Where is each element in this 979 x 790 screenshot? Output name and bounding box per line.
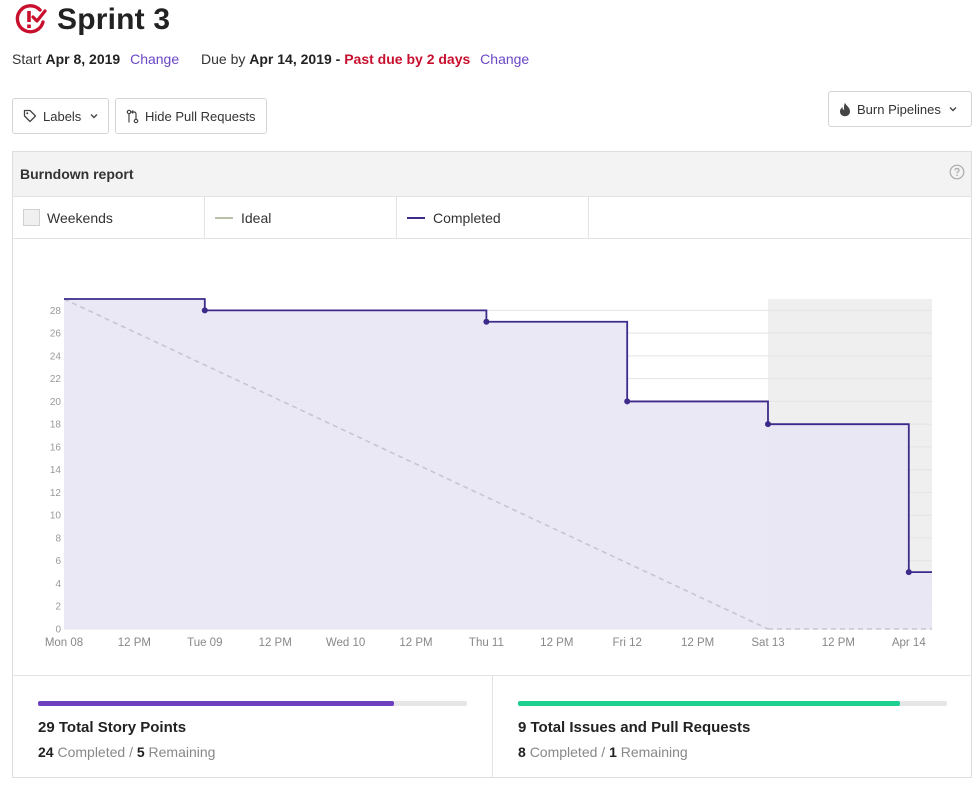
x-tick-label: Apr 14 (892, 637, 926, 649)
burndown-chart-area: 0 2 4 6 8 10 12 14 16 18 20 22 24 26 28 Mon 08 12 PM Tue … (13, 240, 971, 674)
y-tick-label: 10 (50, 511, 62, 522)
y-tick-label: 18 (50, 420, 62, 431)
change-start-link[interactable]: Change (130, 51, 179, 67)
pull-request-icon (126, 109, 139, 123)
y-tick-label: 22 (50, 374, 62, 385)
report-header: Burndown report (13, 152, 971, 197)
legend-completed-label: Completed (433, 209, 501, 226)
story-points-heading: 29 Total Story Points (38, 719, 187, 736)
page-title: Sprint 3 (57, 3, 171, 36)
x-tick-label: 12 PM (259, 637, 292, 649)
x-tick-label: 12 PM (540, 637, 573, 649)
legend-completed[interactable]: Completed (397, 197, 589, 238)
issues-heading: 9 Total Issues and Pull Requests (518, 719, 751, 736)
x-tick-label: Tue 09 (187, 637, 222, 649)
x-tick-label: Fri 12 (612, 637, 641, 649)
legend-ideal[interactable]: Ideal (205, 197, 397, 238)
due-separator: - (335, 51, 341, 67)
y-tick-label: 8 (55, 533, 61, 544)
issues-completed-value: 8 (518, 744, 526, 760)
x-tick-label: 12 PM (822, 637, 855, 649)
start-date: Apr 8, 2019 (45, 51, 121, 67)
chevron-down-icon (90, 114, 98, 119)
x-tick-label: Wed 10 (326, 637, 365, 649)
burn-pipelines-button[interactable]: Burn Pipelines (828, 91, 972, 127)
flame-icon (840, 102, 850, 116)
burndown-chart: 0246810121416182022242628Mon 08 12 PM Tue … (45, 298, 932, 649)
issues-breakdown: 8 Completed / 1 Remaining (518, 744, 688, 760)
y-tick-label: 26 (50, 329, 62, 340)
legend-ideal-label: Ideal (241, 209, 272, 226)
story-points-slash: / (129, 744, 133, 760)
chevron-down-icon (949, 107, 957, 112)
story-points-breakdown: 24 Completed / 5 Remaining (38, 744, 215, 760)
story-points-progress (38, 701, 467, 706)
x-tick-label: 12 PM (681, 637, 714, 649)
help-icon[interactable] (949, 164, 965, 180)
legend-weekends[interactable]: Weekends (13, 197, 205, 238)
hide-pull-requests-button[interactable]: Hide Pull Requests (115, 98, 267, 134)
issues-progress-fill (518, 701, 900, 706)
sprint-milestone-icon (15, 4, 47, 34)
x-tick-label: Thu 11 (469, 637, 504, 649)
y-tick-label: 12 (50, 488, 62, 499)
tag-icon (23, 109, 37, 123)
due-date: Apr 14, 2019 (249, 51, 332, 67)
issues-stat: 9 Total Issues and Pull Requests 8 Compl… (492, 676, 971, 778)
issues-slash: / (601, 744, 606, 760)
story-points-stat: 29 Total Story Points 24 Completed / 5 R… (13, 676, 492, 778)
y-tick-label: 24 (50, 351, 62, 362)
labels-button-label: Labels (43, 108, 82, 124)
y-tick-label: 2 (55, 602, 61, 613)
y-tick-label: 16 (50, 442, 62, 453)
due-label: Due by (201, 51, 246, 67)
chart-legend: Weekends Ideal Completed (13, 197, 971, 239)
weekends-swatch (23, 209, 40, 226)
story-points-completed-value: 24 (38, 744, 54, 760)
issues-completed-label: Completed (529, 744, 598, 760)
y-tick-label: 14 (50, 465, 62, 476)
story-points-remaining-label: Remaining (148, 744, 216, 760)
x-tick-label: 12 PM (118, 637, 151, 649)
ideal-swatch (215, 216, 233, 219)
x-tick-label: Sat 13 (751, 637, 784, 649)
completed-point (624, 398, 631, 405)
burndown-report-panel: Burndown report Weekends Ideal Completed… (12, 151, 972, 778)
story-points-completed-label: Completed (57, 744, 126, 760)
issues-progress (518, 701, 947, 706)
legend-weekends-label: Weekends (47, 209, 113, 226)
completed-point (483, 318, 490, 325)
sprint-dates: Start Apr 8, 2019 Change Due by Apr 14, … (12, 51, 529, 67)
story-points-progress-fill (38, 701, 395, 706)
y-tick-label: 28 (50, 306, 62, 317)
stats-row: 29 Total Story Points 24 Completed / 5 R… (13, 675, 971, 778)
change-due-link[interactable]: Change (480, 51, 529, 67)
story-points-remaining-value: 5 (136, 744, 145, 760)
x-tick-label: Mon 08 (45, 637, 83, 649)
start-label: Start (12, 51, 42, 67)
y-tick-label: 4 (55, 579, 61, 590)
past-due-text: Past due by 2 days (344, 51, 471, 67)
completed-point (201, 307, 208, 314)
labels-button[interactable]: Labels (12, 98, 109, 134)
x-tick-label: 12 PM (399, 637, 432, 649)
hide-pull-requests-label: Hide Pull Requests (145, 108, 256, 124)
issues-remaining-label: Remaining (620, 744, 688, 760)
completed-point (905, 569, 912, 576)
completed-point (765, 421, 771, 428)
y-tick-label: 0 (55, 625, 61, 636)
report-title: Burndown report (20, 166, 134, 182)
y-tick-label: 6 (55, 556, 61, 567)
issues-remaining-value: 1 (609, 744, 617, 760)
burn-pipelines-label: Burn Pipelines (857, 101, 941, 117)
y-tick-label: 20 (50, 397, 62, 408)
sprint-header: Sprint 3 (14, 2, 170, 38)
completed-swatch (407, 216, 425, 219)
